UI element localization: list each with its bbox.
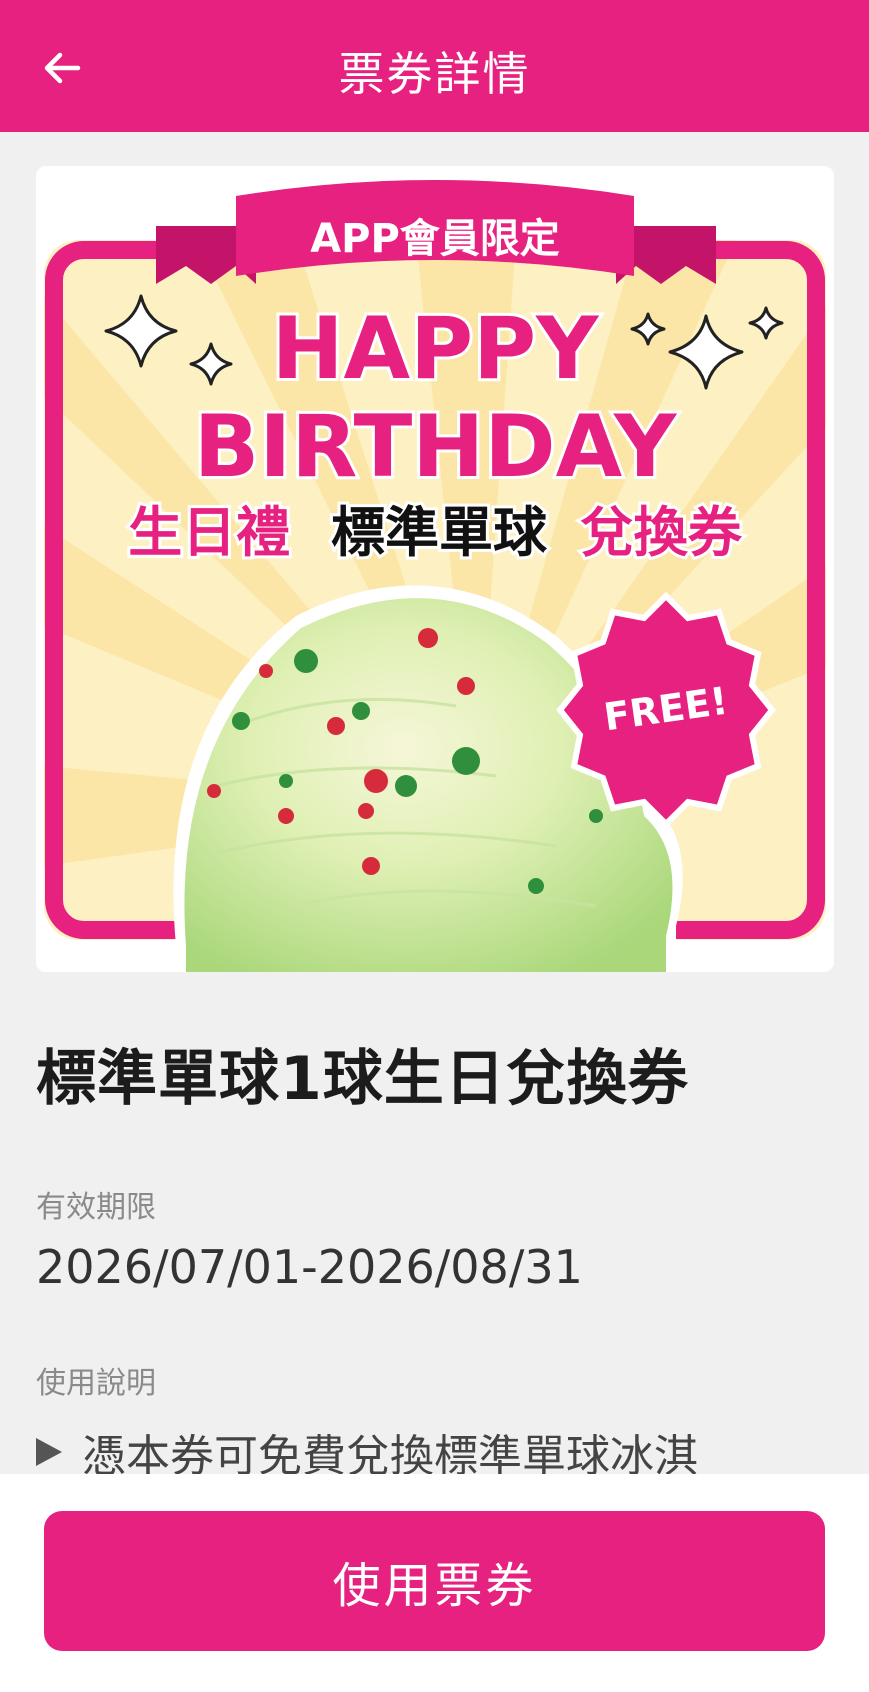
validity-label: 有效期限: [36, 1190, 156, 1225]
instructions-label: 使用說明: [36, 1366, 156, 1401]
coupon-title: 標準單球1球生日兌換券: [36, 1044, 689, 1114]
top-app-bar: 票券詳情: [0, 0, 869, 132]
coupon-banner-image: APP會員限定 HAPPY BIRTHDAY 生日禮 標準單球 兌換券 FREE…: [36, 166, 834, 972]
validity-value: 2026/07/01-2026/08/31: [36, 1240, 583, 1294]
page-title: 票券詳情: [338, 47, 531, 101]
headline-happy: HAPPY: [272, 299, 601, 399]
use-coupon-button[interactable]: 使用票券: [44, 1511, 825, 1651]
triangle-bullet-icon: [36, 1438, 62, 1466]
svg-text:生日禮 標準單球 兌換券: 生日禮 標準單球 兌換券: [128, 501, 743, 564]
bottom-action-bar: 使用票券: [0, 1474, 869, 1692]
subtitle-gift: 生日禮: [128, 501, 290, 564]
member-only-badge: APP會員限定: [310, 216, 560, 262]
subtitle-scoop: 標準單球: [331, 501, 548, 564]
headline-birthday: BIRTHDAY: [194, 397, 678, 497]
subtitle-voucher: 兌換券: [580, 501, 743, 564]
